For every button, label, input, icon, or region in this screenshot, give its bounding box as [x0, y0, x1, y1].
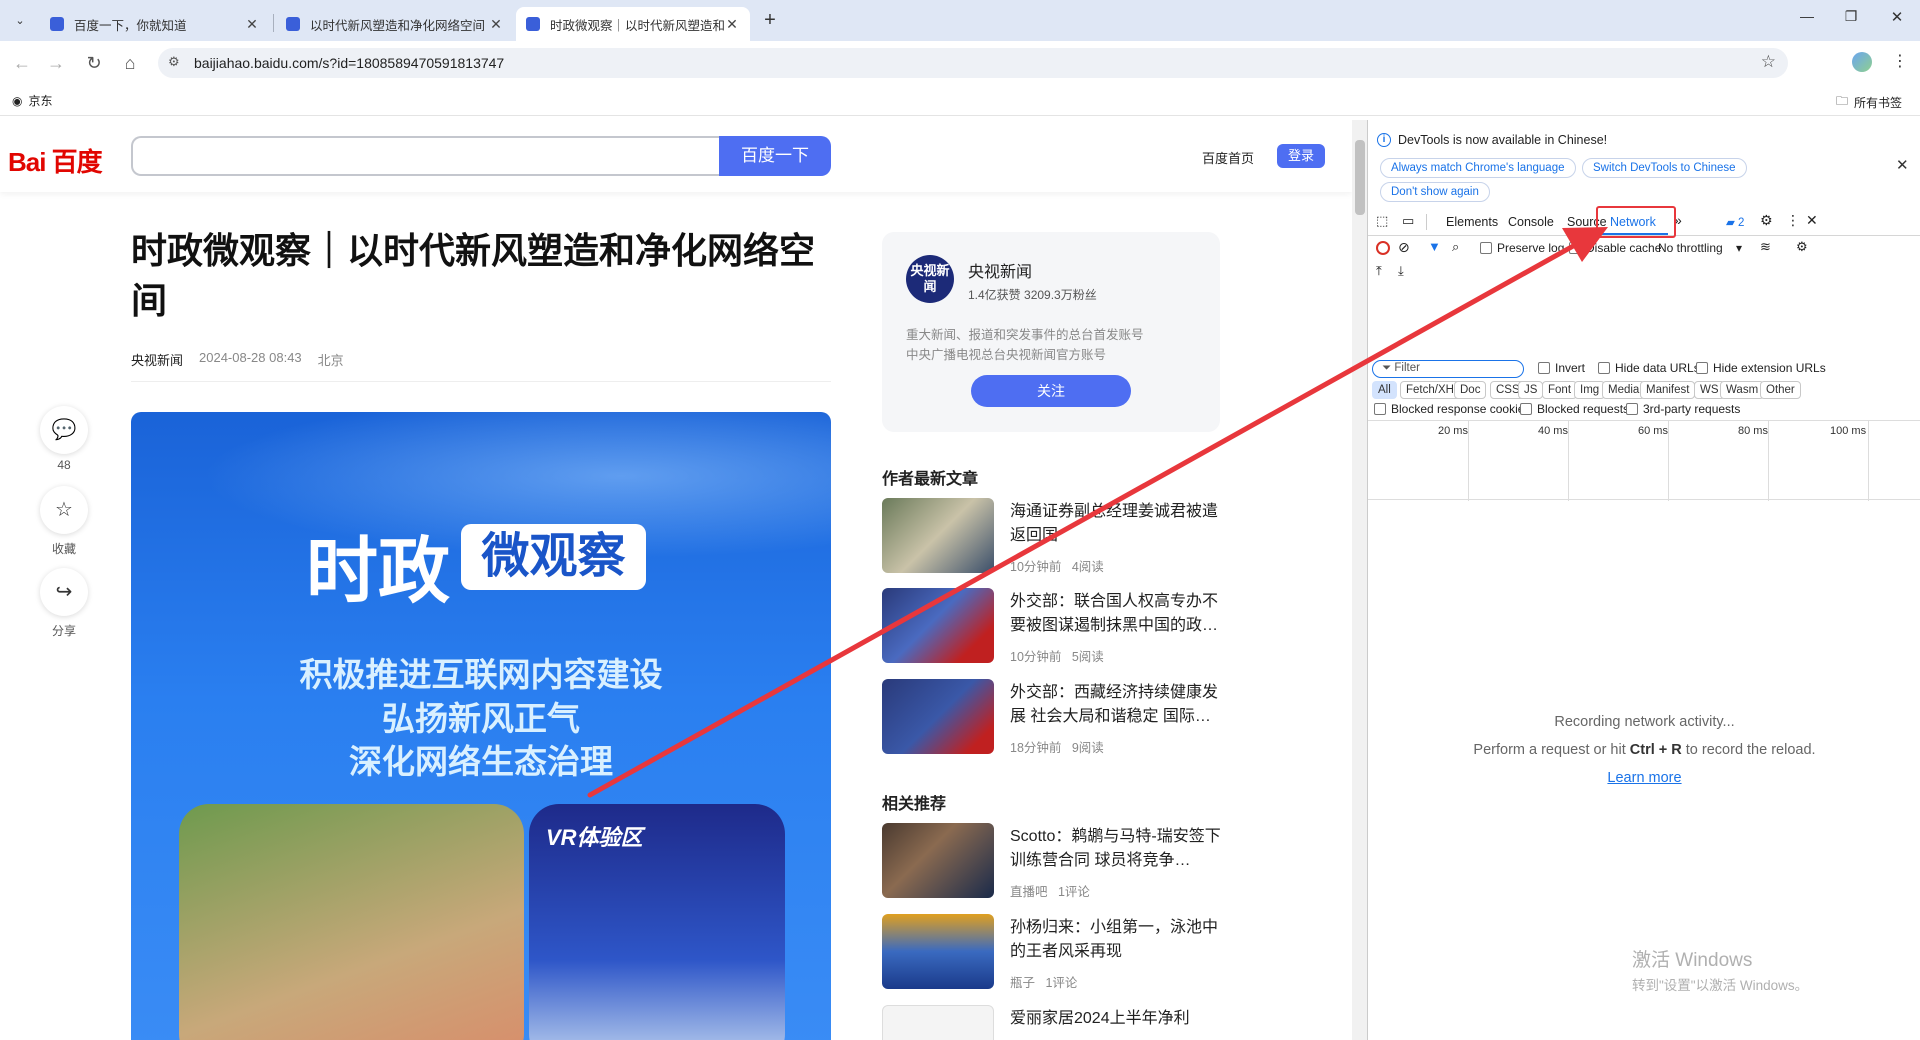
annotation-arrow [587, 227, 1608, 798]
browser-window: { "browser": { "tabs": [ {"title": "百度一下… [0, 0, 1920, 1040]
